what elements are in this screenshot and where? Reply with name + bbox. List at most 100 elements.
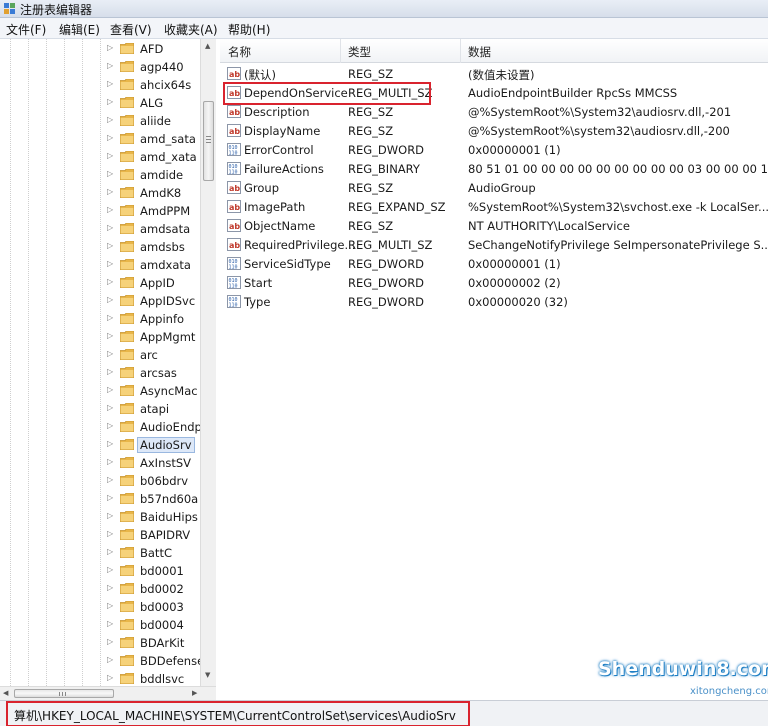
tree-item[interactable]: ▷ bd0004 [0,616,200,634]
expand-arrow-icon[interactable]: ▷ [107,97,113,106]
value-row[interactable]: ab (默认) REG_SZ (数值未设置) [220,64,768,83]
tree-item[interactable]: ▷ bd0001 [0,562,200,580]
menu-favorites[interactable]: 收藏夹(A) [164,21,218,38]
expand-arrow-icon[interactable]: ▷ [107,637,113,646]
expand-arrow-icon[interactable]: ▷ [107,511,113,520]
tree-item[interactable]: ▷ amd_xata [0,148,200,166]
tree-item[interactable]: ▷ b06bdrv [0,472,200,490]
tree-item[interactable]: ▷ AppID [0,274,200,292]
tree-item[interactable]: ▷ AFD [0,40,200,58]
expand-arrow-icon[interactable]: ▷ [107,241,113,250]
key-tree[interactable]: ▷ AFD ▷ agp440 ▷ ahcix64s ▷ ALG ▷ aliide ▷ amd_sata… [0,39,216,686]
value-row[interactable]: 010 110 FailureActions REG_BINARY 80 51 01 0… [220,159,768,178]
tree-vertical-scrollbar[interactable]: ▲ ▼ [200,39,216,686]
expand-arrow-icon[interactable]: ▷ [107,565,113,574]
value-row[interactable]: 010 110 ServiceSidType REG_DWORD 0x00000001 … [220,254,768,273]
expand-arrow-icon[interactable]: ▷ [107,43,113,52]
value-row[interactable]: ab DisplayName REG_SZ @%SystemRoot%\system3… [220,121,768,140]
value-row[interactable]: ab ObjectName REG_SZ NT AUTHORITY\LocalServ… [220,216,768,235]
expand-arrow-icon[interactable]: ▷ [107,223,113,232]
expand-arrow-icon[interactable]: ▷ [107,169,113,178]
column-separator[interactable] [460,39,461,63]
tree-item[interactable]: ▷ amdide [0,166,200,184]
expand-arrow-icon[interactable]: ▷ [107,619,113,628]
expand-arrow-icon[interactable]: ▷ [107,205,113,214]
tree-vertical-scroll-thumb[interactable] [203,101,214,181]
column-separator[interactable] [340,39,341,63]
scroll-left-arrow-icon[interactable]: ◀ [3,689,8,697]
scroll-down-arrow-icon[interactable]: ▼ [205,671,210,679]
tree-item[interactable]: ▷ AppMgmt [0,328,200,346]
tree-item[interactable]: ▷ arcsas [0,364,200,382]
tree-item[interactable]: ▷ BaiduHips [0,508,200,526]
tree-item[interactable]: ▷ arc [0,346,200,364]
value-row[interactable]: ab RequiredPrivilege... REG_MULTI_SZ SeChan… [220,235,768,254]
tree-item[interactable]: ▷ BattC [0,544,200,562]
expand-arrow-icon[interactable]: ▷ [107,349,113,358]
expand-arrow-icon[interactable]: ▷ [107,583,113,592]
expand-arrow-icon[interactable]: ▷ [107,385,113,394]
tree-item[interactable]: ▷ AmdK8 [0,184,200,202]
expand-arrow-icon[interactable]: ▷ [107,61,113,70]
tree-item[interactable]: ▷ AudioEndp [0,418,202,436]
expand-arrow-icon[interactable]: ▷ [107,313,113,322]
value-row[interactable]: 010 110 Type REG_DWORD 0x00000020 (32) [220,292,768,311]
tree-item[interactable]: ▷ amdsbs [0,238,200,256]
values-list[interactable]: 名称 类型 数据 ab (默认) REG_SZ (数值未设置) ab DependOnSe… [220,39,768,700]
value-row[interactable]: 010 110 Start REG_DWORD 0x00000002 (2) [220,273,768,292]
tree-item[interactable]: ▷ BAPIDRV [0,526,200,544]
expand-arrow-icon[interactable]: ▷ [107,403,113,412]
expand-arrow-icon[interactable]: ▷ [107,79,113,88]
value-row[interactable]: ab ImagePath REG_EXPAND_SZ %SystemRoot%\Sys… [220,197,768,216]
expand-arrow-icon[interactable]: ▷ [107,439,113,448]
expand-arrow-icon[interactable]: ▷ [107,367,113,376]
tree-item[interactable]: ▷ AsyncMac [0,382,200,400]
tree-item[interactable]: ▷ amdsata [0,220,200,238]
value-row[interactable]: ab Group REG_SZ AudioGroup [220,178,768,197]
tree-item[interactable]: ▷ Appinfo [0,310,200,328]
tree-item[interactable]: ▷ bddlsvc [0,670,200,686]
expand-arrow-icon[interactable]: ▷ [107,475,113,484]
expand-arrow-icon[interactable]: ▷ [107,421,113,430]
expand-arrow-icon[interactable]: ▷ [107,601,113,610]
column-header-name[interactable]: 名称 [228,44,251,60]
value-row[interactable]: 010 110 ErrorControl REG_DWORD 0x00000001 (1… [220,140,768,159]
tree-item[interactable]: ▷ BDArKit [0,634,200,652]
tree-item[interactable]: ▷ AxInstSV [0,454,200,472]
expand-arrow-icon[interactable]: ▷ [107,331,113,340]
scroll-up-arrow-icon[interactable]: ▲ [205,42,210,50]
tree-item[interactable]: ▷ bd0002 [0,580,200,598]
expand-arrow-icon[interactable]: ▷ [107,259,113,268]
tree-item[interactable]: ▷ bd0003 [0,598,200,616]
expand-arrow-icon[interactable]: ▷ [107,655,113,664]
tree-horizontal-scroll-thumb[interactable] [14,689,114,698]
tree-item[interactable]: ▷ AppIDSvc [0,292,200,310]
tree-item[interactable]: ▷ aliide [0,112,200,130]
tree-horizontal-scrollbar[interactable]: ◀ ▶ [0,686,216,700]
expand-arrow-icon[interactable]: ▷ [107,457,113,466]
tree-item[interactable]: ▷ ALG [0,94,200,112]
tree-item[interactable]: ▷ amdxata [0,256,200,274]
expand-arrow-icon[interactable]: ▷ [107,151,113,160]
tree-item[interactable]: ▷ AudioSrv [0,436,200,454]
tree-item[interactable]: ▷ amd_sata [0,130,200,148]
menu-file[interactable]: 文件(F) [6,21,46,38]
tree-item[interactable]: ▷ AmdPPM [0,202,200,220]
expand-arrow-icon[interactable]: ▷ [107,277,113,286]
tree-item[interactable]: ▷ atapi [0,400,200,418]
menu-edit[interactable]: 编辑(E) [59,21,100,38]
expand-arrow-icon[interactable]: ▷ [107,529,113,538]
tree-item[interactable]: ▷ BDDefense [0,652,204,670]
expand-arrow-icon[interactable]: ▷ [107,547,113,556]
tree-item[interactable]: ▷ agp440 [0,58,200,76]
expand-arrow-icon[interactable]: ▷ [107,673,113,682]
expand-arrow-icon[interactable]: ▷ [107,115,113,124]
column-header-type[interactable]: 类型 [348,44,371,60]
expand-arrow-icon[interactable]: ▷ [107,133,113,142]
tree-item[interactable]: ▷ b57nd60a [0,490,200,508]
expand-arrow-icon[interactable]: ▷ [107,187,113,196]
expand-arrow-icon[interactable]: ▷ [107,493,113,502]
tree-item[interactable]: ▷ ahcix64s [0,76,200,94]
menu-view[interactable]: 查看(V) [110,21,152,38]
expand-arrow-icon[interactable]: ▷ [107,295,113,304]
